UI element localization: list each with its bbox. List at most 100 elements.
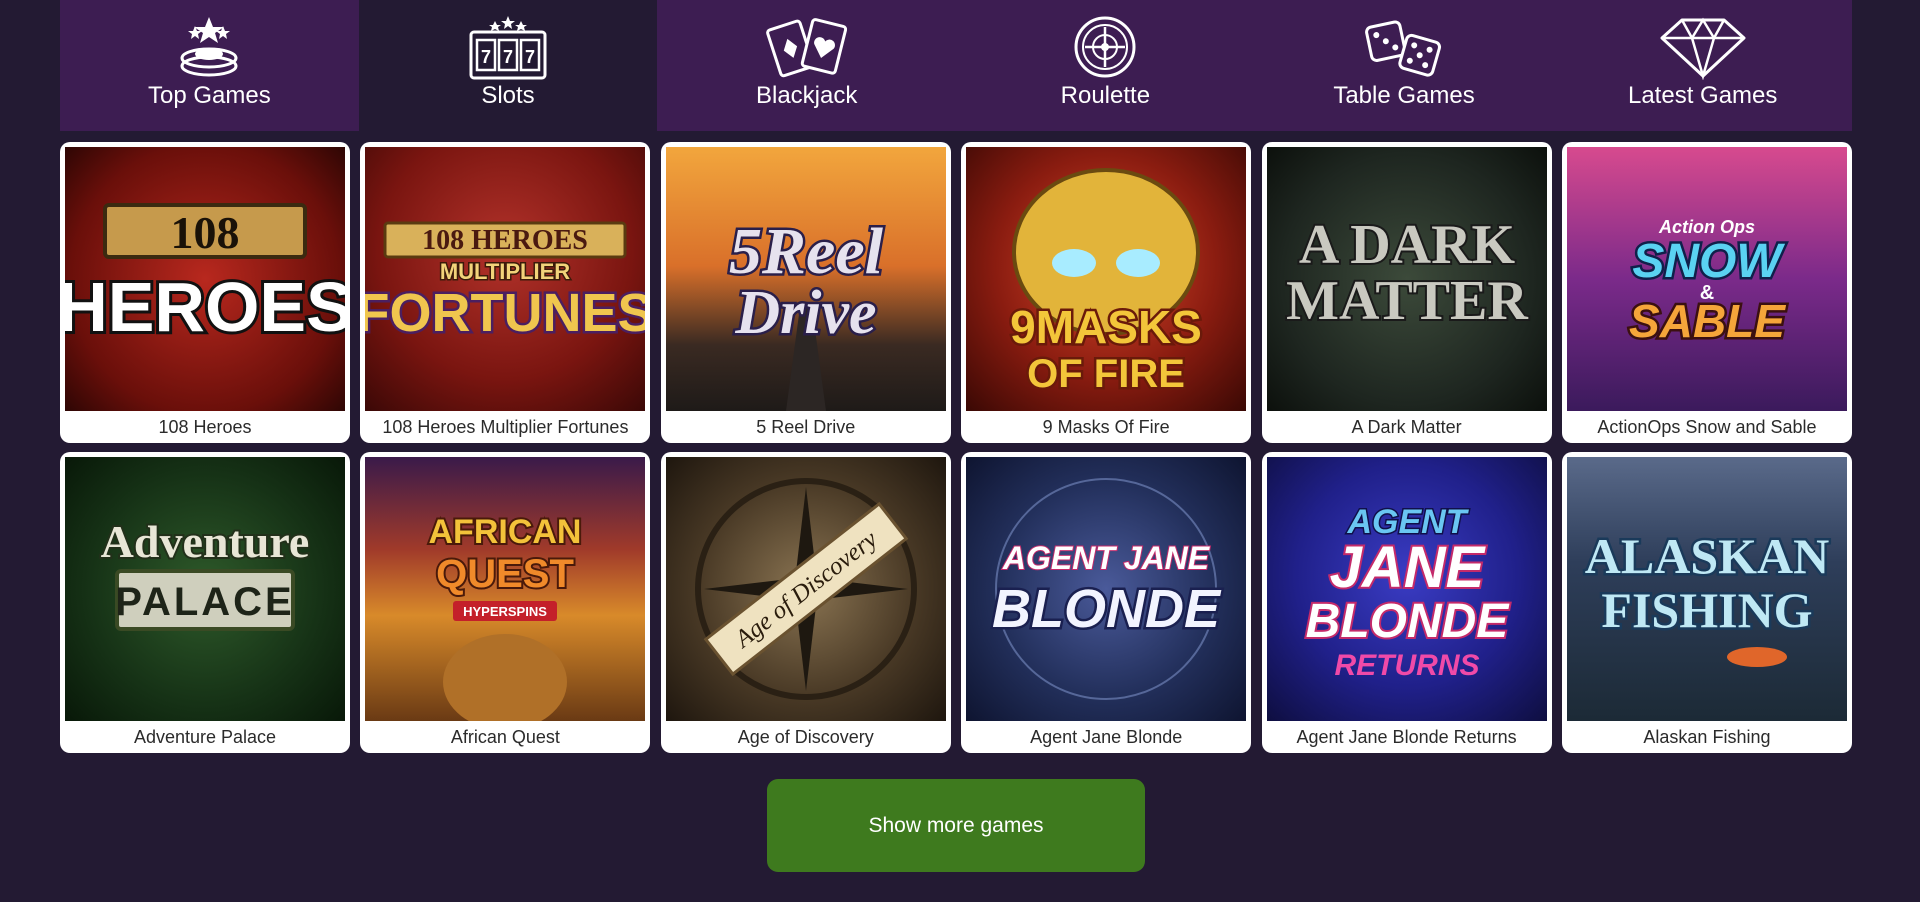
tab-latest-games[interactable]: Latest Games [1553, 0, 1852, 131]
svg-text:108 HEROES: 108 HEROES [423, 225, 589, 256]
game-thumbnail: AGENT JANE BLONDE RETURNS [1266, 457, 1547, 721]
tab-roulette[interactable]: Roulette [956, 0, 1255, 131]
diamond-icon [1660, 17, 1746, 80]
game-card-a-dark-matter[interactable]: A DARK MATTER A Dark Matter [1261, 142, 1552, 443]
game-thumbnail: 5Reel Drive [665, 147, 946, 411]
game-card-age-of-discovery[interactable]: Age of Discovery Age of Discovery [660, 452, 951, 753]
svg-text:FORTUNES: FORTUNES [365, 283, 645, 343]
tab-label: Blackjack [755, 82, 858, 109]
game-thumbnail: 9MASKS OF FIRE [966, 147, 1247, 411]
game-title: 108 Heroes [158, 417, 252, 437]
game-title: Alaskan Fishing [1643, 727, 1771, 747]
svg-text:HYPERSPINS: HYPERSPINS [463, 604, 547, 619]
tab-label: Latest Games [1627, 82, 1778, 109]
game-thumbnail: 108 HEROES MULTIPLIER FORTUNES [365, 147, 646, 411]
svg-text:HEROES: HEROES [65, 268, 345, 346]
game-title: A Dark Matter [1351, 417, 1462, 437]
slot-machine-icon: 7 7 7 [469, 16, 547, 80]
svg-text:SNOW: SNOW [1632, 235, 1785, 288]
game-logo: AGENT JANE BLONDE RETURNS [1303, 502, 1512, 683]
svg-text:MATTER: MATTER [1286, 270, 1528, 332]
game-card-108-heroes-multiplier-fortunes[interactable]: 108 HEROES MULTIPLIER FORTUNES 108 Heroe… [360, 142, 651, 443]
game-card-9-masks-of-fire[interactable]: 9MASKS OF FIRE 9 Masks Of Fire [961, 142, 1252, 443]
svg-text:AGENT JANE: AGENT JANE [1002, 540, 1211, 576]
dice-icon [1365, 20, 1442, 77]
game-title: Age of Discovery [737, 727, 874, 747]
svg-text:BLONDE: BLONDE [1305, 595, 1510, 648]
game-thumbnail: AFRICAN QUEST HYPERSPINS [365, 457, 646, 721]
svg-text:QUEST: QUEST [436, 552, 574, 596]
svg-text:5Reel: 5Reel [729, 215, 884, 288]
svg-text:AFRICAN: AFRICAN [429, 513, 582, 551]
game-thumbnail: ALASKAN FISHING [1566, 457, 1847, 721]
game-title: African Quest [450, 727, 560, 747]
game-title: Agent Jane Blonde Returns [1296, 727, 1517, 747]
game-thumbnail: Age of Discovery [665, 457, 946, 721]
tab-slots[interactable]: 7 7 7 Slots [358, 0, 658, 131]
svg-text:MULTIPLIER: MULTIPLIER [440, 259, 570, 284]
show-more-container: Show more games [60, 779, 1852, 872]
svg-text:9MASKS: 9MASKS [1010, 301, 1202, 353]
game-card-african-quest[interactable]: AFRICAN QUEST HYPERSPINS African Quest [360, 452, 651, 753]
game-logo: AFRICAN QUEST HYPERSPINS [427, 511, 584, 721]
game-logo: 108 HEROES MULTIPLIER FORTUNES [365, 221, 645, 346]
games-section: Top Games 7 7 7 Slots Blackjack Roulette… [60, 0, 1852, 872]
svg-text:7: 7 [503, 47, 513, 67]
svg-text:Action Ops: Action Ops [1658, 217, 1755, 237]
svg-text:BLONDE: BLONDE [992, 579, 1222, 639]
tab-label: Roulette [1060, 82, 1151, 109]
svg-text:ALASKAN: ALASKAN [1585, 528, 1829, 584]
tab-label: Top Games [147, 82, 271, 109]
svg-text:7: 7 [481, 47, 491, 67]
game-title: Agent Jane Blonde [1030, 727, 1183, 747]
game-logo: A DARK MATTER [1284, 212, 1530, 334]
svg-text:PALACE: PALACE [115, 580, 294, 624]
game-thumbnail: A DARK MATTER [1266, 147, 1547, 411]
game-logo: ALASKAN FISHING [1582, 526, 1832, 667]
top-games-icon [180, 17, 238, 77]
game-logo: Adventure PALACE [99, 514, 311, 631]
game-title: 9 Masks Of Fire [1042, 417, 1170, 437]
game-title: ActionOps Snow and Sable [1597, 417, 1817, 437]
svg-text:JANE: JANE [1329, 535, 1486, 600]
game-logo: 9MASKS OF FIRE [1008, 168, 1205, 399]
tab-label: Table Games [1333, 82, 1475, 109]
game-card-5-reel-drive[interactable]: 5Reel Drive 5 Reel Drive [660, 142, 951, 443]
game-logo: 108 HEROES [65, 203, 345, 349]
svg-text:108: 108 [171, 207, 240, 258]
svg-text:A DARK: A DARK [1298, 214, 1515, 276]
game-card-alaskan-fishing[interactable]: ALASKAN FISHING Alaskan Fishing [1561, 452, 1852, 753]
game-card-108-heroes[interactable]: 108 HEROES 108 Heroes [60, 142, 350, 443]
svg-text:RETURNS: RETURNS [1334, 649, 1479, 682]
game-title: Adventure Palace [133, 727, 277, 747]
playing-cards-icon [765, 18, 847, 78]
roulette-wheel-icon [1074, 16, 1136, 78]
game-logo: 5Reel Drive [726, 213, 886, 411]
svg-text:SABLE: SABLE [1629, 295, 1786, 347]
game-logo: Age of Discovery [694, 478, 917, 700]
game-logo: Action Ops SNOW & SABLE [1627, 217, 1789, 350]
game-card-agent-jane-blonde[interactable]: AGENT JANE BLONDE Agent Jane Blonde [961, 452, 1252, 753]
show-more-button[interactable]: Show more games [767, 779, 1145, 872]
tab-table-games[interactable]: Table Games [1255, 0, 1554, 131]
tab-blackjack[interactable]: Blackjack [657, 0, 956, 131]
game-thumbnail: Action Ops SNOW & SABLE [1566, 147, 1847, 411]
game-grid: 108 HEROES 108 Heroes 108 HEROES MULTIPL… [60, 142, 1852, 753]
tab-top-games[interactable]: Top Games [60, 0, 359, 131]
game-title: 5 Reel Drive [756, 417, 856, 437]
svg-text:Drive: Drive [734, 279, 876, 347]
game-card-adventure-palace[interactable]: Adventure PALACE Adventure Palace [60, 452, 350, 753]
game-logo: AGENT JANE BLONDE [990, 478, 1225, 700]
game-thumbnail: 108 HEROES [65, 147, 345, 411]
svg-text:7: 7 [525, 47, 535, 67]
game-thumbnail: AGENT JANE BLONDE [966, 457, 1247, 721]
svg-text:OF FIRE: OF FIRE [1027, 352, 1185, 396]
game-thumbnail: Adventure PALACE [65, 457, 345, 721]
tab-label: Slots [481, 82, 535, 109]
category-tabs: Top Games 7 7 7 Slots Blackjack Roulette… [60, 0, 1852, 131]
game-card-actionops-snow-and-sable[interactable]: Action Ops SNOW & SABLE ActionOps Snow a… [1561, 142, 1852, 443]
game-card-agent-jane-blonde-returns[interactable]: AGENT JANE BLONDE RETURNS Agent Jane Blo… [1261, 452, 1552, 753]
svg-text:Adventure: Adventure [101, 516, 310, 567]
svg-text:FISHING: FISHING [1601, 582, 1812, 638]
game-title: 108 Heroes Multiplier Fortunes [382, 417, 629, 437]
